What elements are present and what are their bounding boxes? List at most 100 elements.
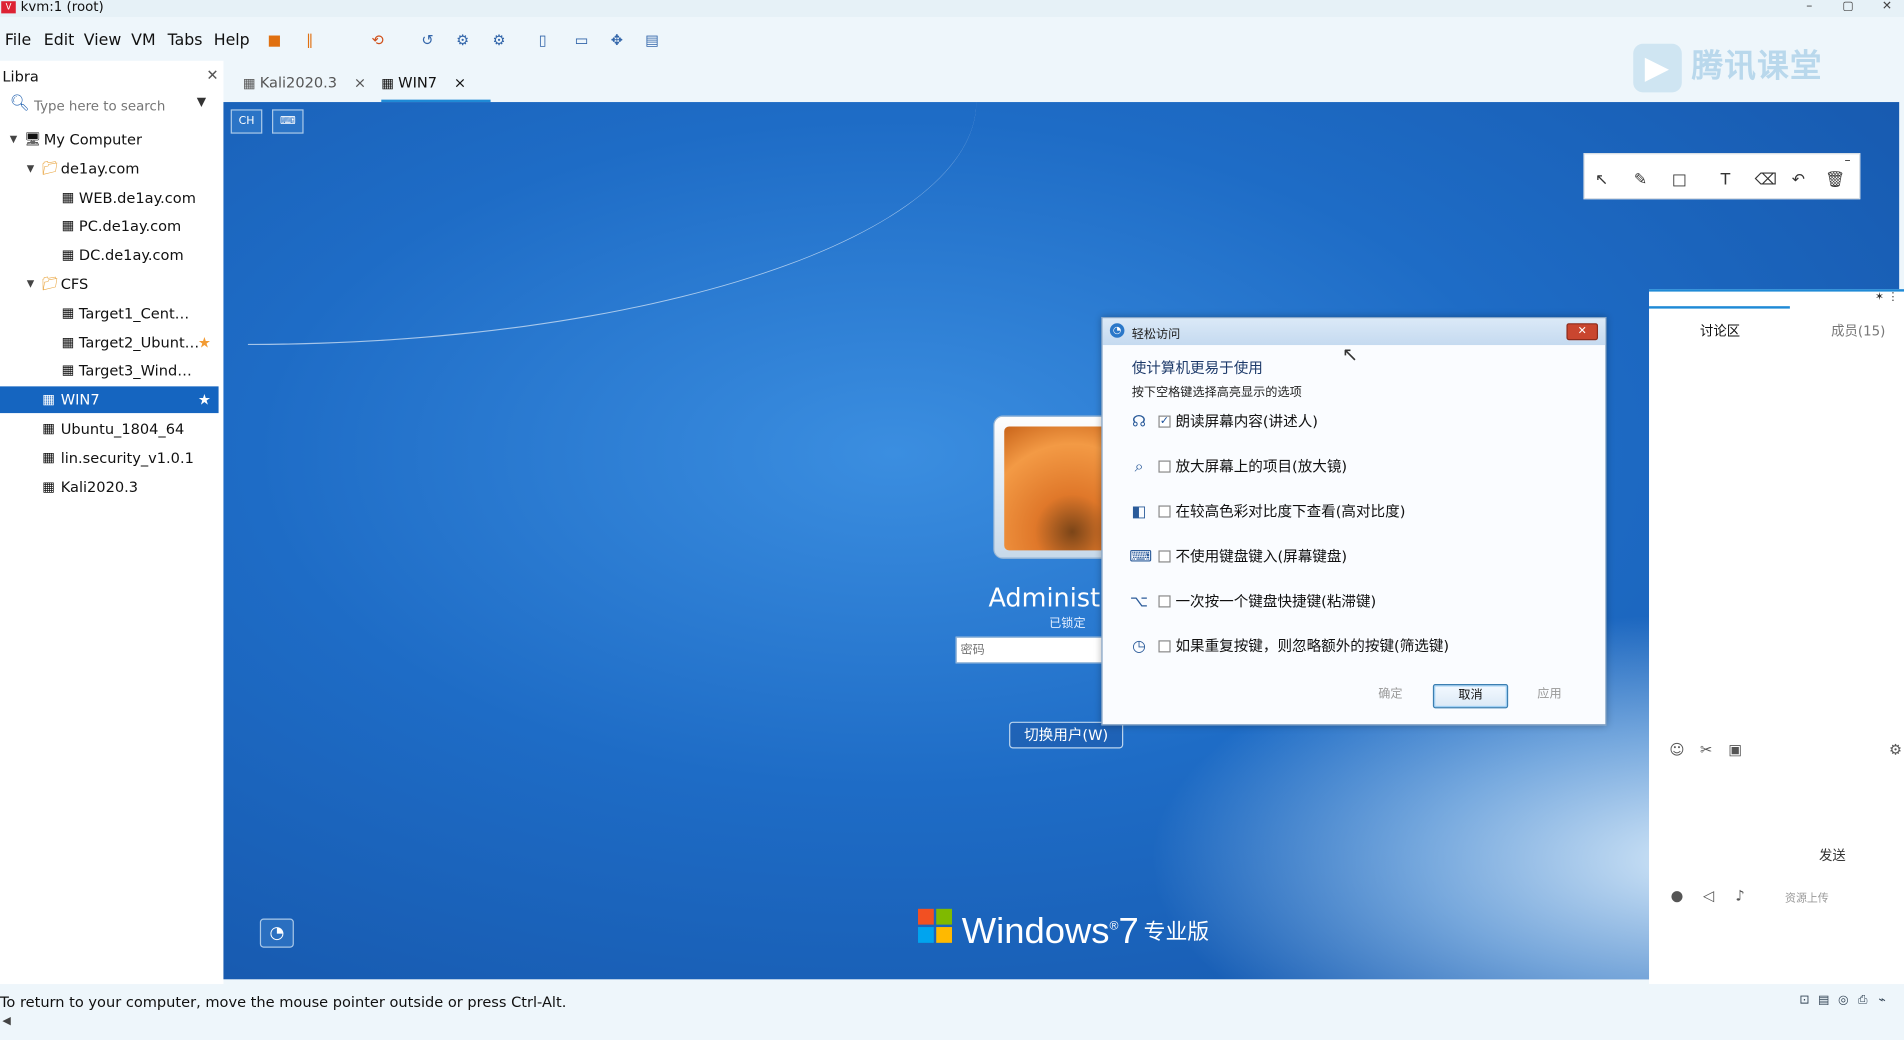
- power-icon[interactable]: ■: [266, 32, 283, 49]
- expand-toggle-icon[interactable]: ▼: [10, 126, 22, 153]
- accessibility-option[interactable]: ⌕ 放大屏幕上的项目(放大镜): [1129, 456, 1590, 480]
- maximize-icon[interactable]: ▢: [1838, 0, 1857, 15]
- option-checkbox[interactable]: [1158, 550, 1171, 563]
- tree-item[interactable]: ▦ PC.de1ay.com: [0, 213, 219, 240]
- tree-item[interactable]: ▦ WEB.de1ay.com: [0, 184, 219, 211]
- tree-item[interactable]: ▦ Kali2020.3: [0, 473, 219, 500]
- tree-item[interactable]: ▦ Ubuntu_1804_64: [0, 416, 219, 443]
- expand-toggle-icon[interactable]: ▼: [27, 155, 39, 182]
- settings-icon[interactable]: ⚙: [1887, 741, 1904, 758]
- dialog-heading: 使计算机更易于使用: [1131, 359, 1263, 377]
- menu-help[interactable]: Help: [214, 32, 250, 50]
- text-icon[interactable]: T: [1716, 171, 1735, 190]
- accessibility-option[interactable]: ⌨ 不使用键盘键入(屏幕键盘): [1129, 546, 1590, 570]
- select-icon[interactable]: ↖: [1592, 171, 1611, 190]
- emoji-icon[interactable]: ☺: [1668, 741, 1685, 758]
- manage-snapshots-icon[interactable]: ⚙: [454, 32, 471, 49]
- search-input[interactable]: [34, 94, 192, 117]
- chevron-left-icon[interactable]: ◀: [2, 1016, 10, 1028]
- close-library-icon[interactable]: ✕: [206, 67, 218, 84]
- dialog-titlebar: ◔ 轻松访问 ✕: [1102, 318, 1606, 346]
- favorite-star-icon[interactable]: ★: [198, 329, 211, 356]
- favorite-star-icon[interactable]: ★: [198, 387, 211, 414]
- fullscreen-icon[interactable]: ▭: [573, 32, 590, 49]
- option-checkbox[interactable]: [1158, 505, 1171, 518]
- printer-icon[interactable]: ⎙: [1855, 994, 1870, 1009]
- disk-icon[interactable]: ▤: [1817, 994, 1832, 1009]
- vm-screen[interactable]: CH ⌨ Administra 已锁定 切换用户(W) ◔ Windows®7 专…: [223, 102, 1900, 980]
- send-button[interactable]: 发送: [1819, 846, 1846, 865]
- option-checkbox[interactable]: [1158, 460, 1171, 473]
- chevron-down-icon[interactable]: ▼: [197, 96, 206, 109]
- apply-button[interactable]: 应用: [1528, 684, 1572, 708]
- tree-item[interactable]: ▦ Target2_Ubunt… ★: [0, 329, 219, 356]
- microphone-icon[interactable]: ●: [1668, 887, 1685, 904]
- tab-close-icon[interactable]: ×: [354, 74, 366, 91]
- console-icon[interactable]: ▯: [534, 32, 551, 49]
- resource-upload[interactable]: 资源上传: [1785, 889, 1829, 905]
- option-label: 在较高色彩对比度下查看(高对比度): [1175, 503, 1406, 521]
- tab-members[interactable]: 成员(15): [1831, 321, 1885, 340]
- search-icon: 🔍︎: [9, 94, 30, 113]
- pen-icon[interactable]: ✎: [1631, 171, 1650, 190]
- music-icon[interactable]: ♪: [1732, 887, 1749, 904]
- ease-of-access-icon: ◔: [1109, 323, 1125, 338]
- undo-icon[interactable]: ↶: [1789, 171, 1808, 190]
- stretch-icon[interactable]: ▤: [644, 32, 661, 49]
- windows7-logo: Windows®7 专业版: [918, 908, 1209, 953]
- cancel-button[interactable]: 取消: [1432, 684, 1509, 709]
- tree-item[interactable]: ▦ WIN7 ★: [0, 386, 219, 414]
- unity-icon[interactable]: ✥: [608, 32, 625, 49]
- usb-icon[interactable]: ⌁: [1875, 994, 1890, 1009]
- tab-kali[interactable]: ▦ Kali2020.3 ×: [243, 68, 377, 102]
- eraser-icon[interactable]: ⌫: [1755, 171, 1777, 190]
- menu-edit[interactable]: Edit: [44, 32, 75, 50]
- tab-close-icon[interactable]: ×: [454, 74, 466, 91]
- option-checkbox[interactable]: [1158, 595, 1171, 608]
- tree-item[interactable]: ▼ 📁︎ de1ay.com: [0, 155, 219, 182]
- minimize-toolbar-icon[interactable]: –: [1845, 154, 1851, 167]
- tree-item[interactable]: ▼ 📁︎ CFS: [0, 271, 219, 298]
- accessibility-option[interactable]: ⌥ 一次按一个键盘快捷键(粘滞键): [1129, 590, 1590, 614]
- scissors-icon[interactable]: ✂: [1698, 741, 1715, 758]
- settings-icon[interactable]: ⚙: [491, 32, 508, 49]
- accessibility-option[interactable]: ◧ 在较高色彩对比度下查看(高对比度): [1129, 501, 1590, 525]
- delete-icon[interactable]: 🗑︎: [1825, 171, 1845, 190]
- menu-view[interactable]: View: [84, 32, 121, 50]
- option-checkbox[interactable]: [1158, 640, 1171, 653]
- password-field[interactable]: [955, 636, 1114, 664]
- tree-item[interactable]: ▦ Target3_Wind…: [0, 358, 219, 385]
- accessibility-option[interactable]: ☊ ✓ 朗读屏幕内容(讲述人): [1129, 411, 1590, 435]
- image-icon[interactable]: ▣: [1727, 741, 1744, 758]
- menu-vm[interactable]: VM: [131, 32, 155, 50]
- tree-item[interactable]: ▦ Target1_Cent…: [0, 300, 219, 327]
- tree-item[interactable]: ▦ lin.security_v1.0.1: [0, 444, 219, 471]
- minimize-icon[interactable]: –: [1800, 0, 1819, 15]
- ease-of-access-icon[interactable]: ◔: [259, 918, 294, 948]
- expand-toggle-icon[interactable]: ▼: [27, 271, 39, 298]
- rectangle-icon[interactable]: □: [1670, 171, 1689, 190]
- revert-icon[interactable]: ↺: [419, 32, 436, 49]
- option-checkbox[interactable]: ✓: [1158, 415, 1171, 428]
- language-button[interactable]: CH: [230, 109, 263, 134]
- snapshot-icon[interactable]: ⟲: [369, 32, 386, 49]
- pin-icon[interactable]: ✶ ⋮: [1875, 292, 1899, 304]
- dialog-close-icon[interactable]: ✕: [1566, 323, 1599, 341]
- menu-file[interactable]: File: [5, 32, 31, 50]
- network-icon[interactable]: ⊡: [1797, 994, 1812, 1009]
- close-window-icon[interactable]: ✕: [1877, 0, 1896, 15]
- tree-item[interactable]: ▦ DC.de1ay.com: [0, 242, 219, 269]
- switch-user-button[interactable]: 切换用户(W): [1009, 721, 1124, 749]
- speaker-icon[interactable]: ◁: [1700, 887, 1717, 904]
- window-titlebar: V kvm:1 (root) – ▢ ✕: [0, 0, 1904, 18]
- ok-button[interactable]: 确定: [1372, 684, 1408, 708]
- tab-win7[interactable]: ▦ WIN7 ×: [381, 68, 491, 103]
- tab-discussion[interactable]: 讨论区: [1700, 321, 1740, 340]
- keyboard-button[interactable]: ⌨: [272, 109, 304, 134]
- cd-icon[interactable]: ◎: [1836, 994, 1851, 1009]
- accessibility-option[interactable]: ◷ 如果重复按键，则忽略额外的按键(筛选键): [1129, 635, 1590, 659]
- tree-item[interactable]: ▼ 🖥︎ My Computer: [0, 126, 219, 153]
- vm-icon: ▦: [42, 449, 55, 466]
- pause-icon[interactable]: ∥: [301, 32, 318, 49]
- menu-tabs[interactable]: Tabs: [168, 32, 203, 50]
